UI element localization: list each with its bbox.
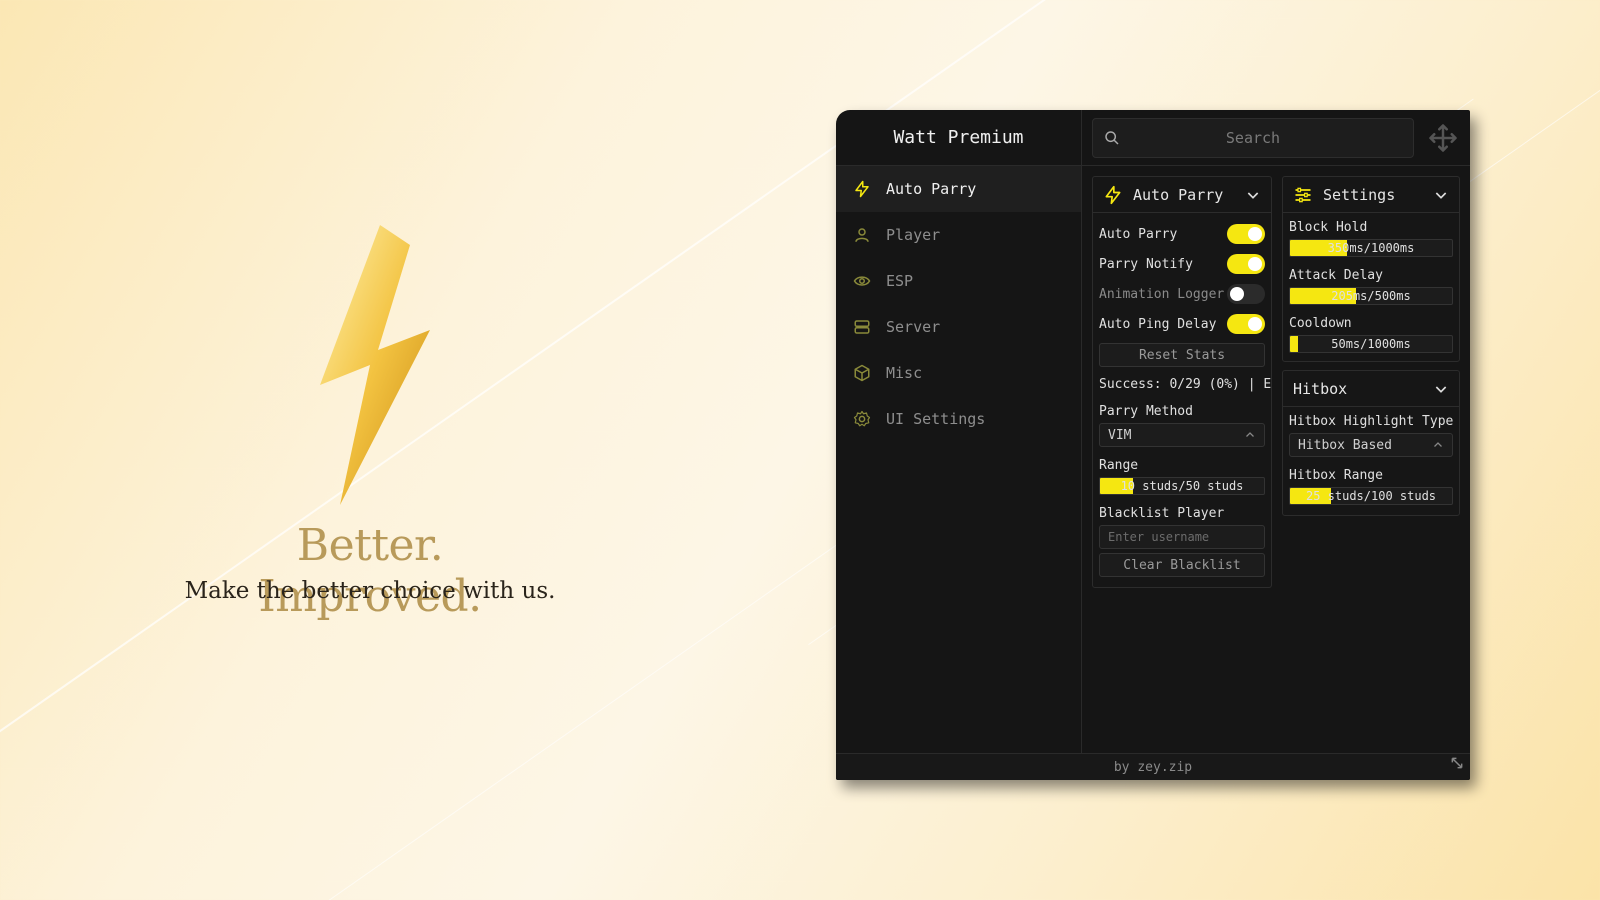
window-title: Watt Premium	[836, 110, 1081, 166]
slider-value: 50ms/1000ms	[1331, 337, 1411, 351]
range-slider[interactable]: 10 studs/50 studs	[1099, 477, 1265, 495]
toggle-label: Auto Parry	[1099, 226, 1178, 242]
chevron-down-icon[interactable]	[1245, 187, 1261, 203]
gear-icon	[852, 409, 872, 429]
server-icon	[852, 317, 872, 337]
attack-delay-label: Attack Delay	[1289, 268, 1383, 283]
lightning-icon	[852, 179, 872, 199]
blacklist-username-input[interactable]	[1108, 530, 1256, 544]
attack-delay-slider[interactable]: 205ms/500ms	[1289, 287, 1453, 305]
sliders-icon	[1293, 185, 1313, 205]
sidebar-item-label: Auto Parry	[886, 180, 977, 198]
slider-value: 25 studs/100 studs	[1305, 489, 1437, 503]
sidebar-item-misc[interactable]: Misc	[836, 350, 1081, 396]
reset-stats-button[interactable]: Reset Stats	[1099, 343, 1265, 367]
sidebar: Watt Premium Auto Parry Player ESP Serve…	[836, 110, 1082, 753]
block-hold-slider[interactable]: 350ms/1000ms	[1289, 239, 1453, 257]
search-input[interactable]	[1093, 119, 1413, 157]
auto-parry-toggle[interactable]	[1227, 224, 1265, 244]
toggle-row-auto-parry: Auto Parry	[1093, 219, 1271, 249]
block-hold-label: Block Hold	[1289, 220, 1368, 235]
headline: Better. Improved.	[258, 520, 482, 622]
clear-blacklist-button[interactable]: Clear Blacklist	[1099, 553, 1265, 577]
lightning-logo-icon	[320, 225, 430, 505]
sidebar-item-label: Misc	[886, 364, 923, 382]
chevron-up-icon	[1244, 429, 1256, 441]
sidebar-item-server[interactable]: Server	[836, 304, 1081, 350]
move-handle-icon[interactable]	[1428, 123, 1458, 157]
parry-method-select[interactable]: VIM	[1099, 423, 1265, 447]
settings-panel: Settings Block Hold 350ms/1000ms Attack …	[1282, 176, 1460, 362]
settings-panel-header[interactable]: Settings	[1283, 177, 1459, 213]
app-window: Watt Premium Auto Parry Player ESP Serve…	[836, 110, 1470, 780]
parry-method-value: VIM	[1108, 427, 1132, 443]
sidebar-item-auto-parry[interactable]: Auto Parry	[836, 166, 1081, 212]
cooldown-slider[interactable]: 50ms/1000ms	[1289, 335, 1453, 353]
slider-value: 350ms/1000ms	[1327, 241, 1415, 255]
search-icon	[1104, 130, 1120, 150]
sidebar-item-ui-settings[interactable]: UI Settings	[836, 396, 1081, 442]
lightning-icon	[1103, 185, 1123, 205]
hitbox-panel-header[interactable]: Hitbox	[1283, 371, 1459, 407]
hitbox-highlight-select[interactable]: Hitbox Based	[1289, 433, 1453, 457]
hitbox-range-label: Hitbox Range	[1289, 468, 1383, 483]
slider-value: 10 studs/50 studs	[1120, 479, 1244, 493]
hitbox-panel: Hitbox Hitbox Highlight Type Hitbox Base…	[1282, 370, 1460, 516]
toggle-row-animation-logger: Animation Logger	[1093, 279, 1271, 309]
toggle-label: Auto Ping Delay	[1099, 316, 1217, 332]
auto-parry-panel-header[interactable]: Auto Parry	[1093, 177, 1271, 213]
parry-method-label: Parry Method	[1099, 404, 1193, 419]
auto-ping-delay-toggle[interactable]	[1227, 314, 1265, 334]
blacklist-input-box	[1099, 525, 1265, 549]
hitbox-highlight-value: Hitbox Based	[1298, 437, 1392, 453]
chevron-down-icon[interactable]	[1433, 381, 1449, 397]
slider-value: 205ms/500ms	[1331, 289, 1411, 303]
toggle-label: Animation Logger	[1099, 286, 1225, 302]
panel-title: Auto Parry	[1133, 185, 1224, 204]
top-bar	[1082, 110, 1470, 166]
toggle-label: Parry Notify	[1099, 256, 1193, 272]
chevron-down-icon[interactable]	[1433, 187, 1449, 203]
hitbox-range-slider[interactable]: 25 studs/100 studs	[1289, 487, 1453, 505]
search-box	[1092, 118, 1414, 158]
auto-parry-panel: Auto Parry Auto Parry Parry Notify Anima…	[1092, 176, 1272, 588]
sidebar-item-label: ESP	[886, 272, 914, 290]
sidebar-item-label: Player	[886, 226, 941, 244]
footer: by zey.zip	[836, 753, 1470, 780]
range-label: Range	[1099, 458, 1139, 473]
cooldown-label: Cooldown	[1289, 316, 1352, 331]
cube-icon	[852, 363, 872, 383]
animation-logger-toggle[interactable]	[1227, 284, 1265, 304]
blacklist-label: Blacklist Player	[1099, 506, 1225, 521]
subline: Make the better choice with us.	[184, 578, 556, 604]
chevron-up-icon	[1432, 439, 1444, 451]
parry-notify-toggle[interactable]	[1227, 254, 1265, 274]
sidebar-item-label: UI Settings	[886, 410, 986, 428]
toggle-row-auto-ping-delay: Auto Ping Delay	[1093, 309, 1271, 339]
sidebar-item-label: Server	[886, 318, 941, 336]
success-stats: Success: 0/29 (0%) | E	[1099, 376, 1271, 392]
resize-handle-icon[interactable]	[1450, 755, 1464, 774]
toggle-row-parry-notify: Parry Notify	[1093, 249, 1271, 279]
hitbox-highlight-label: Hitbox Highlight Type	[1289, 414, 1454, 429]
sidebar-item-player[interactable]: Player	[836, 212, 1081, 258]
footer-credit: by zey.zip	[1113, 759, 1193, 775]
eye-icon	[852, 271, 872, 291]
panel-title: Hitbox	[1293, 379, 1348, 398]
panel-title: Settings	[1323, 185, 1396, 204]
sidebar-item-esp[interactable]: ESP	[836, 258, 1081, 304]
user-icon	[852, 225, 872, 245]
